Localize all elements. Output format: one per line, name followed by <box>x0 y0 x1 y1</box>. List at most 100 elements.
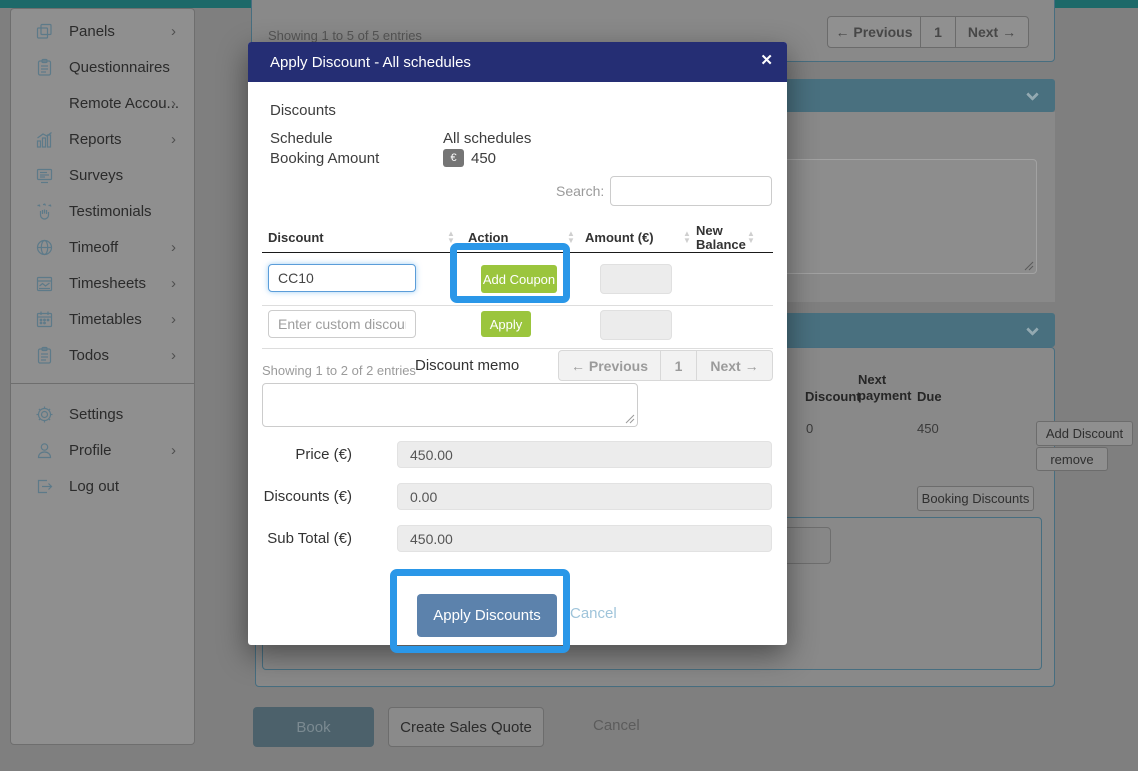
modal-cancel-link[interactable]: Cancel <box>570 605 617 622</box>
sidebar-item-profile[interactable]: Profile › <box>11 432 194 468</box>
sidebar-item-label: Timeoff <box>69 239 118 256</box>
sidebar-item-label: Timesheets <box>69 275 146 292</box>
chevron-right-icon: › <box>171 347 176 364</box>
row-divider <box>262 348 773 349</box>
modal-title: Apply Discount - All schedules <box>270 54 471 71</box>
search-input[interactable] <box>610 176 772 206</box>
close-icon[interactable]: ✕ <box>760 51 773 69</box>
apply-discount-modal: Apply Discount - All schedules ✕ Discoun… <box>248 42 787 645</box>
timesheets-icon <box>35 274 54 293</box>
next-button[interactable]: Next → <box>696 350 773 381</box>
booking-amount-label: Booking Amount <box>270 150 379 167</box>
table-header-divider <box>262 252 773 253</box>
sidebar-item-settings[interactable]: Settings <box>11 396 194 432</box>
sidebar-item-surveys[interactable]: Surveys <box>11 157 194 193</box>
sidebar-item-reports[interactable]: Reports › <box>11 121 194 157</box>
row-divider <box>262 305 773 306</box>
surveys-icon <box>35 166 54 185</box>
sidebar-item-label: Profile <box>69 442 112 459</box>
col-header-discount[interactable]: Discount <box>268 231 324 245</box>
create-sales-quote-button[interactable]: Create Sales Quote <box>388 707 544 747</box>
bg-pagination: ← Previous 1 Next → <box>827 16 1029 48</box>
discounts-label: Discounts (€) <box>248 488 352 505</box>
chevron-right-icon: › <box>171 95 176 112</box>
remove-button[interactable]: remove <box>1036 447 1108 471</box>
sort-icon[interactable]: ▲▼ <box>746 230 756 244</box>
schedule-label: Schedule <box>270 130 333 147</box>
add-coupon-button[interactable]: Add Coupon <box>481 265 557 293</box>
custom-discount-input[interactable] <box>268 310 416 338</box>
chevron-right-icon: › <box>171 131 176 148</box>
sidebar-item-timeoff[interactable]: Timeoff › <box>11 229 194 265</box>
book-button[interactable]: Book <box>253 707 374 747</box>
col-header-new-balance[interactable]: New Balance <box>696 224 744 252</box>
timetables-icon <box>35 310 54 329</box>
sidebar-item-label: Panels <box>69 23 115 40</box>
bg-col-next-payment: Next payment <box>858 372 910 404</box>
chevron-right-icon: › <box>171 311 176 328</box>
timeoff-icon <box>35 238 54 257</box>
chevron-right-icon: › <box>171 23 176 40</box>
bg-previous-button[interactable]: ← Previous <box>827 16 921 48</box>
panels-icon <box>35 22 54 41</box>
sidebar-item-label: Testimonials <box>69 203 152 220</box>
sidebar-item-label: Log out <box>69 478 119 495</box>
sidebar-item-label: Settings <box>69 406 123 423</box>
add-discount-button[interactable]: Add Discount <box>1036 421 1133 446</box>
sort-icon[interactable]: ▲▼ <box>446 230 456 244</box>
sidebar-item-label: Questionnaires <box>69 59 170 76</box>
modal-pagination: ← Previous 1 Next → <box>558 350 773 381</box>
chevron-right-icon: › <box>171 239 176 256</box>
discount-memo-label: Discount memo <box>415 357 519 374</box>
booking-discounts-button[interactable]: Booking Discounts <box>917 486 1034 511</box>
discounts-section-label: Discounts <box>270 102 336 119</box>
blank-icon <box>35 94 54 113</box>
sidebar-item-logout[interactable]: Log out <box>11 468 194 504</box>
bg-cell-due: 450 <box>917 421 939 436</box>
sidebar-item-panels[interactable]: Panels › <box>11 13 194 49</box>
sub-total-field: 450.00 <box>397 525 772 552</box>
previous-button[interactable]: ← Previous <box>558 350 661 381</box>
sidebar-item-label: Surveys <box>69 167 123 184</box>
price-label: Price (€) <box>248 446 352 463</box>
modal-header: Apply Discount - All schedules ✕ <box>248 42 787 82</box>
sidebar-item-todos[interactable]: Todos › <box>11 337 194 373</box>
apply-button[interactable]: Apply <box>481 311 531 337</box>
sort-icon[interactable]: ▲▼ <box>682 230 692 244</box>
discount-memo-textarea[interactable] <box>262 383 638 427</box>
sidebar-item-remote-accounts[interactable]: Remote Accou... › <box>11 85 194 121</box>
price-field: 450.00 <box>397 441 772 468</box>
sidebar-item-timetables[interactable]: Timetables › <box>11 301 194 337</box>
booking-amount-value: 450 <box>471 150 496 167</box>
chevron-down-icon <box>1026 323 1039 336</box>
gear-icon <box>35 405 54 424</box>
chevron-down-icon <box>1026 88 1039 101</box>
sidebar-item-questionnaires[interactable]: Questionnaires <box>11 49 194 85</box>
col-header-action[interactable]: Action <box>468 231 508 245</box>
sidebar-item-label: Timetables <box>69 311 142 328</box>
person-icon <box>35 441 54 460</box>
bg-cell-discount: 0 <box>806 421 813 436</box>
discounts-field: 0.00 <box>397 483 772 510</box>
bg-cancel-link[interactable]: Cancel <box>593 717 640 734</box>
currency-badge: € <box>443 149 464 167</box>
sort-icon[interactable]: ▲▼ <box>566 230 576 244</box>
logout-icon <box>35 477 54 496</box>
resize-grip-icon <box>1024 261 1034 271</box>
bg-col-due: Due <box>917 389 942 404</box>
bg-col-discount: Discount <box>805 389 861 404</box>
sidebar-item-testimonials[interactable]: Testimonials <box>11 193 194 229</box>
todos-icon <box>35 346 54 365</box>
sidebar: Panels › Questionnaires Remote Accou... … <box>10 8 195 745</box>
col-header-amount[interactable]: Amount (€) <box>585 231 654 245</box>
coupon-code-input[interactable] <box>268 264 416 292</box>
bg-page-button[interactable]: 1 <box>920 16 956 48</box>
showing-entries: Showing 1 to 2 of 2 entries <box>262 363 416 378</box>
search-label: Search: <box>556 183 604 199</box>
chevron-right-icon: › <box>171 442 176 459</box>
apply-discounts-button[interactable]: Apply Discounts <box>417 594 557 637</box>
bg-next-button[interactable]: Next → <box>955 16 1029 48</box>
sidebar-item-timesheets[interactable]: Timesheets › <box>11 265 194 301</box>
page-button[interactable]: 1 <box>660 350 697 381</box>
sidebar-item-label: Remote Accou... <box>69 95 179 112</box>
